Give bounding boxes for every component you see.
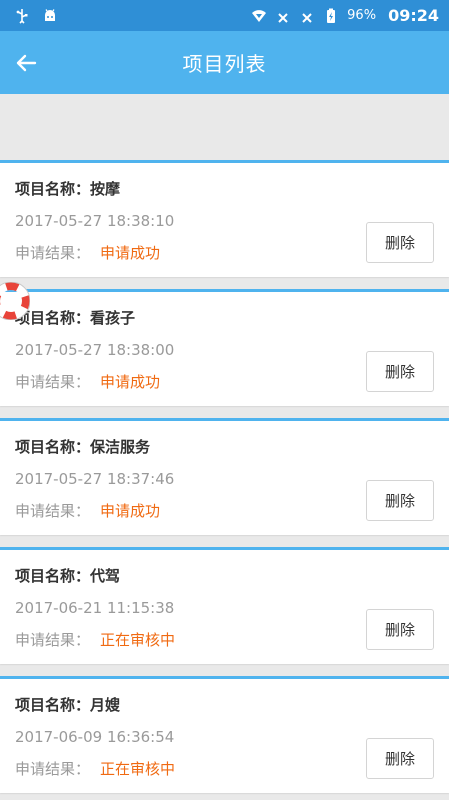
delete-button[interactable]: 删除	[366, 738, 434, 779]
back-arrow-icon	[16, 54, 37, 72]
result-value: 正在审核中	[100, 760, 176, 778]
result-label: 申请结果：	[15, 502, 91, 520]
project-name: 项目名称：代驾	[15, 567, 121, 585]
delete-button[interactable]: 删除	[366, 351, 434, 392]
result-value: 申请成功	[100, 502, 161, 520]
clock: 09:24	[388, 6, 439, 25]
apply-date: 2017-05-27 18:38:00	[15, 341, 175, 359]
project-name: 项目名称：月嫂	[15, 696, 121, 714]
result-label: 申请结果：	[15, 244, 91, 262]
result-label: 申请结果：	[15, 760, 91, 778]
apply-result: 申请结果： 正在审核中	[15, 629, 175, 650]
apply-date: 2017-06-21 11:15:38	[15, 599, 175, 617]
status-bar: 96% 09:24	[0, 0, 449, 31]
result-value: 申请成功	[100, 373, 161, 391]
apply-date: 2017-06-09 16:36:54	[15, 728, 175, 746]
status-right: 96% 09:24	[251, 6, 439, 25]
delete-button[interactable]: 删除	[366, 222, 434, 263]
usb-icon	[16, 8, 28, 24]
apply-date: 2017-05-27 18:38:10	[15, 212, 175, 230]
result-label: 申请结果：	[15, 373, 91, 391]
status-left	[14, 8, 58, 24]
list-item: 项目名称：月嫂 2017-06-09 16:36:54 申请结果： 正在审核中 删…	[0, 676, 449, 793]
page-title: 项目列表	[182, 52, 267, 76]
delete-button[interactable]: 删除	[366, 609, 434, 650]
wifi-icon	[252, 9, 267, 22]
list-item: 项目名称：代驾 2017-06-21 11:15:38 申请结果： 正在审核中 删…	[0, 547, 449, 664]
project-name: 项目名称：按摩	[15, 180, 121, 198]
result-value: 正在审核中	[100, 631, 176, 649]
list-item: 项目名称：看孩子 2017-05-27 18:38:00 申请结果： 申请成功 删…	[0, 289, 449, 406]
lifebuoy-icon[interactable]	[0, 282, 30, 320]
list-item: 项目名称：保洁服务 2017-05-27 18:37:46 申请结果： 申请成功 …	[0, 418, 449, 535]
apply-date: 2017-05-27 18:37:46	[15, 470, 175, 488]
apply-result: 申请结果： 正在审核中	[15, 758, 175, 779]
signal-off-icon	[278, 12, 288, 23]
list-item: 项目名称：按摩 2017-05-27 18:38:10 申请结果： 申请成功 删除	[0, 160, 449, 277]
result-label: 申请结果：	[15, 631, 91, 649]
android-icon	[45, 8, 55, 21]
project-list: 项目名称：按摩 2017-05-27 18:38:10 申请结果： 申请成功 删除…	[0, 160, 449, 800]
battery-charging-icon	[327, 8, 336, 23]
apply-result: 申请结果： 申请成功	[15, 242, 160, 263]
app-bar: 项目列表	[0, 31, 449, 94]
apply-result: 申请结果： 申请成功	[15, 371, 160, 392]
apply-result: 申请结果： 申请成功	[15, 500, 160, 521]
result-value: 申请成功	[100, 244, 161, 262]
project-name: 项目名称：看孩子	[15, 309, 136, 327]
project-name: 项目名称：保洁服务	[15, 438, 151, 456]
signal-off-icon	[302, 12, 312, 23]
delete-button[interactable]: 删除	[366, 480, 434, 521]
battery-percent: 96%	[347, 8, 377, 23]
back-button[interactable]	[8, 45, 44, 81]
